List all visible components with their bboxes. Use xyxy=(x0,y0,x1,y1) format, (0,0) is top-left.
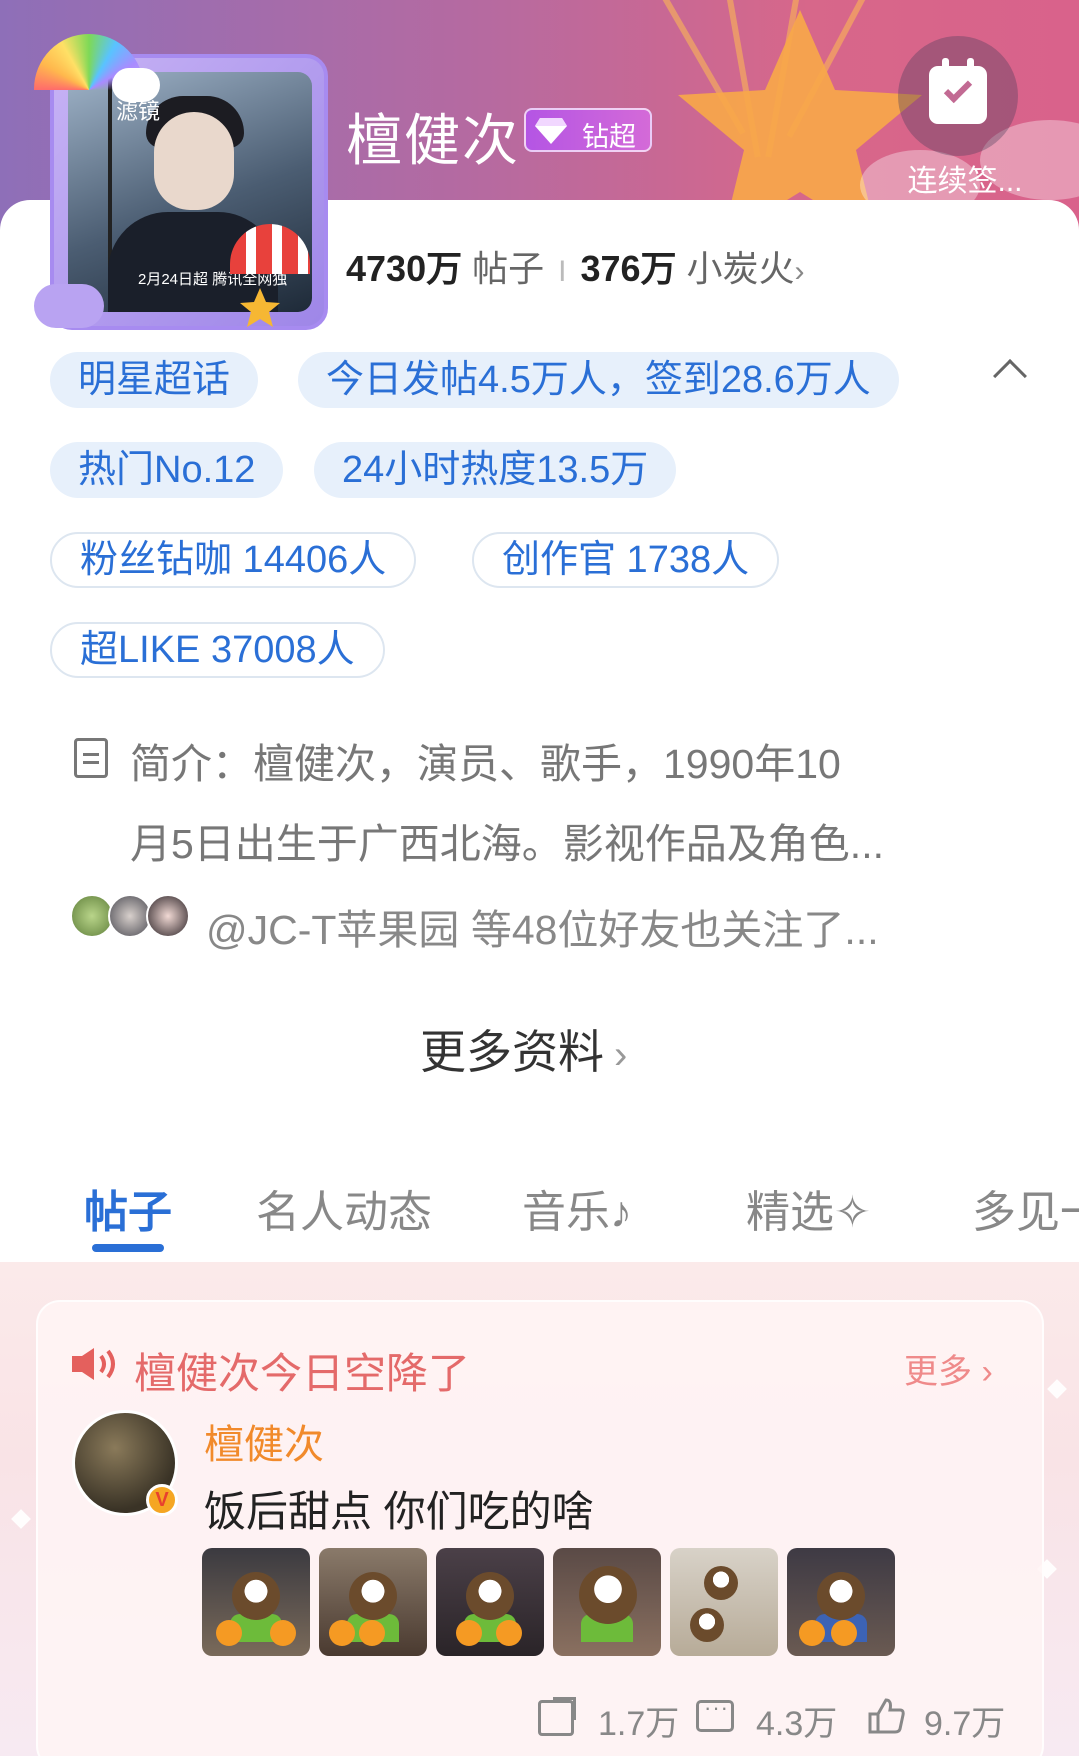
more-info-label: 更多资料 xyxy=(420,1026,604,1078)
intro-line-2[interactable]: 月5日出生于广西北海。影视作品及角色... xyxy=(130,810,884,870)
post-image[interactable] xyxy=(670,1548,778,1656)
checkin-button[interactable] xyxy=(898,36,1018,156)
sparkle-icon: ✧ xyxy=(834,1188,871,1237)
friend-avatar xyxy=(146,894,190,938)
post-image[interactable] xyxy=(319,1548,427,1656)
chip-super-like[interactable]: 超LIKE 37008人 xyxy=(50,622,385,678)
chip-daily-activity[interactable]: 今日发帖4.5万人，签到28.6万人 xyxy=(298,352,899,408)
chip-24h-heat[interactable]: 24小时热度13.5万 xyxy=(314,442,677,498)
post-image[interactable] xyxy=(553,1548,661,1656)
tab-posts[interactable]: 帖子 xyxy=(84,1176,172,1240)
more-info-link[interactable]: 更多资料 › xyxy=(420,1016,627,1082)
stats-row[interactable]: 4730万 帖子 I 376万 小炭火› xyxy=(346,240,805,292)
sparkle-decoration xyxy=(1047,1379,1067,1399)
tab-active-indicator xyxy=(92,1244,164,1252)
poster-name[interactable]: 檀健次 xyxy=(204,1412,324,1470)
posts-count: 4730万 xyxy=(346,248,463,289)
post-image[interactable] xyxy=(202,1548,310,1656)
chip-fan-diamond[interactable]: 粉丝钻咖 14406人 xyxy=(50,532,417,588)
tab-music[interactable]: 音乐♪ xyxy=(522,1176,632,1240)
calendar-check-icon xyxy=(929,58,987,124)
speaker-icon xyxy=(72,1348,115,1380)
verified-icon: V xyxy=(146,1484,178,1516)
chip-star-topic[interactable]: 明星超话 xyxy=(50,352,259,408)
friends-following-text[interactable]: @JC-T苹果园 等48位好友也关注了... xyxy=(206,896,879,956)
diamond-super-badge[interactable]: 钻超 xyxy=(524,108,652,152)
comment-icon[interactable] xyxy=(696,1695,734,1732)
post-image[interactable] xyxy=(436,1548,544,1656)
document-icon xyxy=(74,738,108,778)
chip-creator[interactable]: 创作官 1738人 xyxy=(472,532,780,588)
share-count[interactable]: 1.7万 xyxy=(598,1696,679,1745)
tab-more[interactable]: 多见一 xyxy=(972,1176,1079,1240)
thumbs-up-icon[interactable] xyxy=(866,1696,906,1736)
cloud-icon xyxy=(34,284,104,328)
tab-featured-label: 精选 xyxy=(746,1188,834,1237)
posts-label: 帖子 xyxy=(472,248,545,289)
sparkle-decoration xyxy=(11,1509,31,1529)
comment-count[interactable]: 4.3万 xyxy=(756,1696,837,1745)
tab-music-label: 音乐 xyxy=(522,1188,610,1237)
avatar[interactable]: 滤镜 2月24日超 腾讯全网独 xyxy=(34,34,336,334)
drop-title: 檀健次今日空降了 xyxy=(134,1350,471,1397)
share-icon[interactable] xyxy=(538,1697,576,1736)
drop-more-link[interactable]: 更多 › xyxy=(904,1344,993,1393)
post-text[interactable]: 饭后甜点 你们吃的啥 xyxy=(204,1478,594,1539)
post-image[interactable] xyxy=(787,1548,895,1656)
chevron-right-icon: › xyxy=(614,1033,628,1077)
chip-hot-rank[interactable]: 热门No.12 xyxy=(50,442,284,498)
music-note-icon: ♪ xyxy=(610,1188,632,1237)
checkin-label[interactable]: 连续签... xyxy=(890,156,1040,200)
fire-count: 376万 xyxy=(580,248,677,289)
tab-celebrity-updates[interactable]: 名人动态 xyxy=(256,1176,432,1240)
star-icon xyxy=(240,288,280,327)
chevron-right-icon: › xyxy=(794,255,805,288)
diamond-icon xyxy=(535,118,567,144)
badge-label: 钻超 xyxy=(582,122,636,152)
intro-line-1[interactable]: 简介：檀健次，演员、歌手，1990年10 xyxy=(130,730,841,790)
cloud-icon xyxy=(112,68,160,102)
topic-name: 檀健次 xyxy=(346,109,520,172)
like-count[interactable]: 9.7万 xyxy=(924,1696,1005,1745)
stats-separator: I xyxy=(558,255,567,288)
avatar-photo: 滤镜 2月24日超 腾讯全网独 xyxy=(68,72,312,312)
fire-label: 小炭火 xyxy=(686,248,795,289)
tab-featured[interactable]: 精选✧ xyxy=(746,1176,871,1240)
